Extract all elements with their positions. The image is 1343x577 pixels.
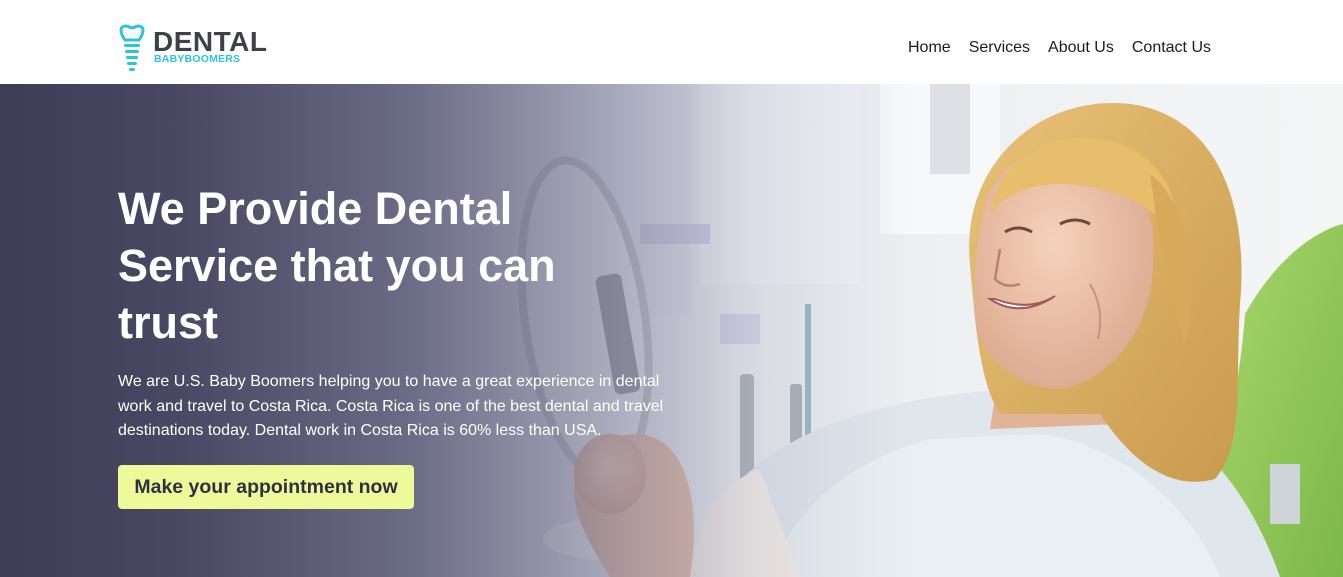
site-header: DENTAL BABYBOOMERS Home Services About U…: [0, 0, 1343, 84]
nav-about-link[interactable]: About Us: [1048, 38, 1114, 58]
nav-home-link[interactable]: Home: [908, 38, 951, 58]
hero-title: We Provide Dental Service that you can t…: [118, 183, 556, 348]
hero-description: We are U.S. Baby Boomers helping you to …: [118, 373, 664, 439]
main-nav: Home Services About Us Contact Us: [908, 38, 1211, 58]
make-appointment-button[interactable]: Make your appointment now: [118, 465, 414, 509]
tooth-implant-icon: [119, 24, 145, 71]
hero-section: We Provide Dental Service that you can t…: [0, 84, 1343, 577]
brand-name: DENTAL: [153, 26, 268, 57]
brand-logo[interactable]: DENTAL BABYBOOMERS: [117, 24, 287, 74]
nav-contact-link[interactable]: Contact Us: [1132, 38, 1211, 58]
nav-services-link[interactable]: Services: [969, 38, 1030, 58]
brand-subname: BABYBOOMERS: [154, 53, 241, 65]
